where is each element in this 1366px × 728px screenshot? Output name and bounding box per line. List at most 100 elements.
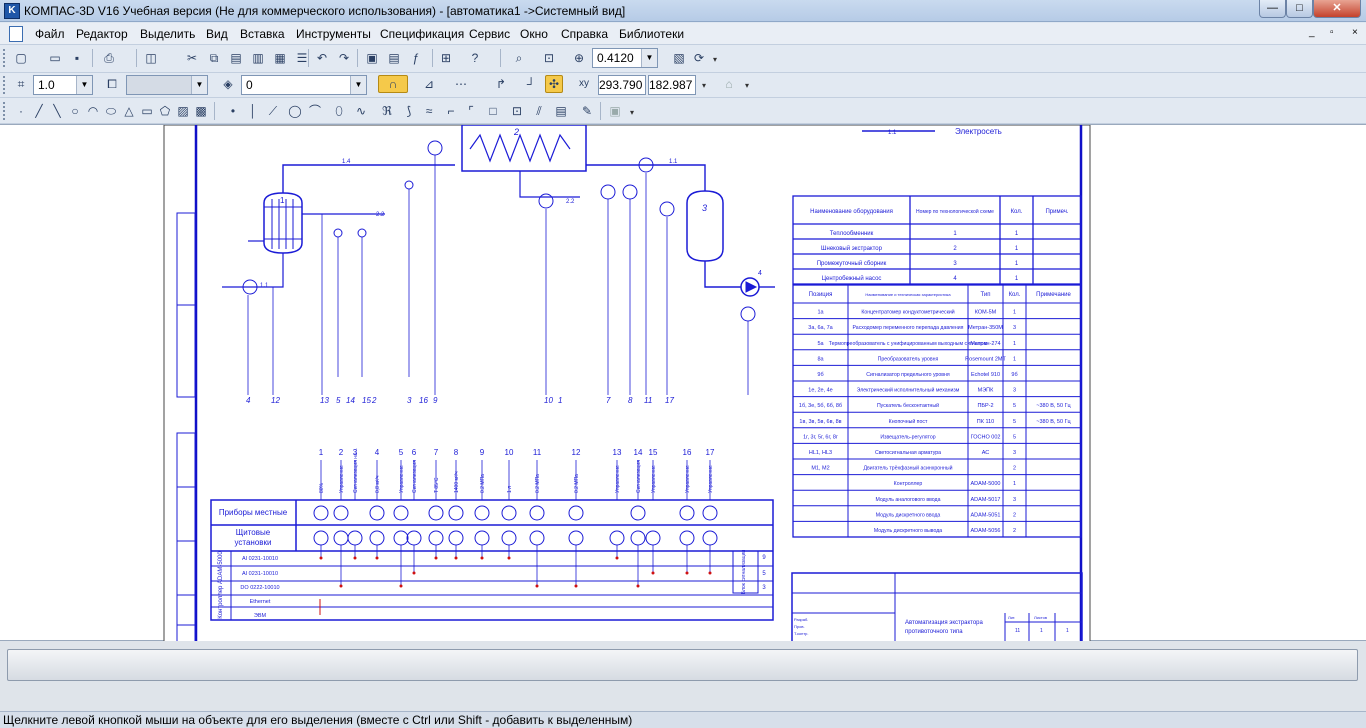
zoom-all-icon[interactable]: ⊡ xyxy=(540,49,558,67)
dot-icon[interactable]: • xyxy=(224,102,242,120)
snaps-magnet-icon[interactable]: ∩ xyxy=(378,75,408,93)
grid-icon[interactable]: ⋯ xyxy=(452,75,470,93)
open-icon[interactable]: ▭ xyxy=(46,49,64,67)
orthogonal-mode-icon[interactable]: ┘ xyxy=(522,75,540,93)
vertical-line-icon[interactable]: │ xyxy=(244,102,262,120)
chamfer-icon[interactable]: ⌐ xyxy=(442,102,460,120)
menu-edit[interactable]: Редактор xyxy=(76,27,128,41)
preview-icon[interactable]: ◫ xyxy=(142,49,160,67)
polygon-icon[interactable]: ⬠ xyxy=(156,102,174,120)
aux-line-icon[interactable]: ╱ xyxy=(30,102,48,120)
menu-service[interactable]: Сервис xyxy=(469,27,510,41)
local-cs-icon[interactable]: ↱ xyxy=(492,75,510,93)
menu-libraries[interactable]: Библиотеки xyxy=(619,27,684,41)
toolbar-overflow-icon[interactable]: ▾ xyxy=(713,55,717,64)
cursor-step-select[interactable]: 1.0 ▼ xyxy=(33,75,93,95)
line-segment-icon[interactable]: ⟋ xyxy=(264,102,282,120)
layers-icon[interactable]: ◈ xyxy=(219,75,237,93)
menu-select[interactable]: Выделить xyxy=(140,27,195,41)
library-manager-icon[interactable]: ▤ xyxy=(385,49,403,67)
toolbar-overflow-icon[interactable]: ▾ xyxy=(702,81,706,90)
help-pointer-icon[interactable]: ? xyxy=(466,49,484,67)
copy-icon[interactable]: ⧉ xyxy=(205,49,223,67)
state-icon[interactable]: ⧠ xyxy=(103,75,121,93)
rectangle-tool-icon[interactable]: ▭ xyxy=(138,102,156,120)
layer-select[interactable]: 0 ▼ xyxy=(241,75,367,95)
doc-restore-button[interactable]: ▫ xyxy=(1330,27,1334,38)
rectangle-icon[interactable]: □ xyxy=(484,102,502,120)
style-select[interactable]: ▼ xyxy=(126,75,208,95)
menu-tools[interactable]: Инструменты xyxy=(296,27,371,41)
paste-icon[interactable]: ▤ xyxy=(227,49,245,67)
print-icon[interactable]: ⎙ xyxy=(100,49,118,67)
hatch-tool-icon[interactable]: ▨ xyxy=(174,102,192,120)
spline-icon[interactable]: ≈ xyxy=(420,102,438,120)
property-bar[interactable] xyxy=(7,649,1358,681)
coord-y-field[interactable]: 182.987 xyxy=(648,75,696,95)
equidistant-icon[interactable]: ⫽ xyxy=(530,102,548,120)
zoom-in-icon[interactable]: ⊕ xyxy=(570,49,588,67)
geometry-calc-icon[interactable]: ⌂ xyxy=(720,75,738,93)
menu-view[interactable]: Вид xyxy=(206,27,228,41)
menu-window[interactable]: Окно xyxy=(520,27,548,41)
ellipse-tool-icon[interactable]: ⬭ xyxy=(102,102,120,120)
document-icon[interactable] xyxy=(9,26,23,42)
polyline-icon[interactable]: ⟆ xyxy=(400,102,418,120)
kompas-app-icon[interactable]: K xyxy=(4,3,20,19)
menu-file[interactable]: Файл xyxy=(35,27,65,41)
triangle-icon[interactable]: △ xyxy=(120,102,138,120)
refresh-icon[interactable]: ⟳ xyxy=(690,49,708,67)
fill-icon[interactable]: ▩ xyxy=(192,102,210,120)
chevron-down-icon[interactable]: ▼ xyxy=(191,76,207,94)
coord-x-field[interactable]: 293.790 xyxy=(598,75,646,95)
menu-specification[interactable]: Спецификация xyxy=(380,27,464,41)
chevron-down-icon[interactable]: ▼ xyxy=(350,76,366,94)
contour-icon[interactable]: ✎ xyxy=(578,102,596,120)
properties-icon[interactable]: ▦ xyxy=(271,49,289,67)
toolbar-grip[interactable] xyxy=(3,49,6,67)
toolbar-overflow-icon[interactable]: ▾ xyxy=(630,108,634,117)
zoom-scale-select[interactable]: 0.4120 ▼ xyxy=(592,48,658,68)
doc-close-button[interactable]: × xyxy=(1352,27,1358,38)
point-icon[interactable]: · xyxy=(12,102,30,120)
drawing-canvas[interactable]: 1.1 Электросеть 2 1 3 4 1.4 2.2 2.2 1.1 … xyxy=(0,124,1366,642)
close-button[interactable]: ✕ xyxy=(1313,0,1361,18)
nurbs-icon[interactable]: ℜ xyxy=(378,102,396,120)
minimize-button[interactable]: — xyxy=(1259,0,1286,18)
redo-icon[interactable]: ↷ xyxy=(335,49,353,67)
fillet-icon[interactable]: ⌜ xyxy=(462,102,480,120)
toolbar-grip[interactable] xyxy=(3,102,6,120)
menu-help[interactable]: Справка xyxy=(561,27,608,41)
toolbar-overflow-icon[interactable]: ▾ xyxy=(745,81,749,90)
doc-minimize-button[interactable]: _ xyxy=(1309,27,1315,38)
arc-icon[interactable]: ⌒ xyxy=(306,102,324,120)
measure-icon[interactable]: ⊞ xyxy=(437,49,455,67)
circle-tool-icon[interactable]: ○ xyxy=(66,102,84,120)
menu-insert[interactable]: Вставка xyxy=(240,27,285,41)
chevron-down-icon[interactable]: ▼ xyxy=(641,49,657,67)
ortho-icon[interactable]: ⊿ xyxy=(420,75,438,93)
rect-corner-icon[interactable]: ⊡ xyxy=(508,102,526,120)
collect-contour-icon[interactable]: ▣ xyxy=(606,102,624,120)
toolbar-grip[interactable] xyxy=(3,76,6,94)
hatch-icon[interactable]: ▤ xyxy=(552,102,570,120)
save-icon[interactable]: ▪ xyxy=(68,49,86,67)
drawing-sheet[interactable]: 1.1 Электросеть 2 1 3 4 1.4 2.2 2.2 1.1 … xyxy=(0,125,1366,642)
chevron-down-icon[interactable]: ▼ xyxy=(76,76,92,94)
bezier-icon[interactable]: ∿ xyxy=(352,102,370,120)
new-document-icon[interactable]: ▢ xyxy=(12,49,30,67)
segment-icon[interactable]: ╲ xyxy=(48,102,66,120)
variables-icon[interactable]: ▣ xyxy=(363,49,381,67)
zoom-window-icon[interactable]: ⌕ xyxy=(510,49,528,67)
format-painter-icon[interactable]: ▥ xyxy=(249,49,267,67)
pan-icon[interactable]: ▧ xyxy=(670,49,688,67)
undo-icon[interactable]: ↶ xyxy=(313,49,331,67)
snap-toggle-icon[interactable]: ✣ xyxy=(545,75,563,93)
ellipse-icon[interactable]: ⬯ xyxy=(330,102,348,120)
snap-step-icon[interactable]: ⌗ xyxy=(12,75,30,93)
arc-tool-icon[interactable]: ◠ xyxy=(84,102,102,120)
circle-icon[interactable]: ◯ xyxy=(286,102,304,120)
cut-icon[interactable]: ✂ xyxy=(183,49,201,67)
maximize-button[interactable]: □ xyxy=(1286,0,1313,18)
function-icon[interactable]: ƒ xyxy=(407,49,425,67)
